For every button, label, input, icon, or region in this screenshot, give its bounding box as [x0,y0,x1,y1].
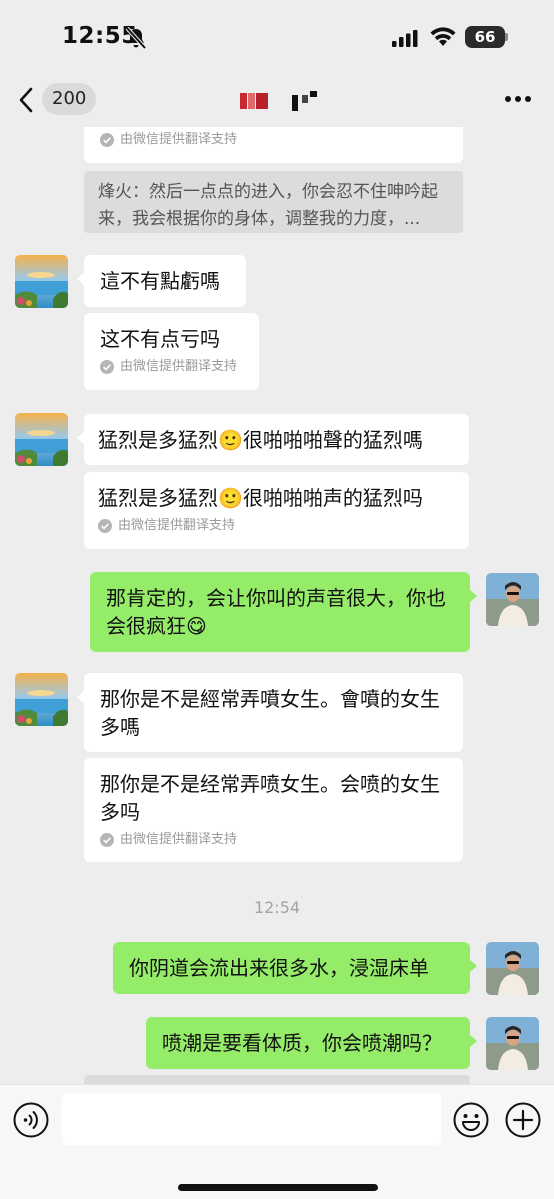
translation-note-text: 由微信提供翻译支持 [120,832,238,847]
translation-note-text: 由微信提供翻译支持 [118,518,236,533]
chat-header: 200 [0,75,554,127]
translated-text: 那你是不是经常弄喷女生。会喷的女生多吗 [100,772,440,824]
emoji-icon[interactable] [453,1102,489,1138]
user-photo-image [486,942,539,995]
message-bubble-received[interactable]: 那你是不是經常弄噴女生。會噴的女生多嗎 [77,673,463,752]
message-bubble-received[interactable]: 由微信提供翻译支持 [84,127,463,163]
message-input[interactable] [62,1093,441,1145]
check-icon [100,833,114,847]
translation-bubble[interactable]: 这不有点亏吗 由微信提供翻译支持 [84,313,259,390]
back-chevron-icon[interactable] [16,86,36,114]
home-indicator[interactable] [178,1184,378,1191]
message-text: 那你是不是經常弄噴女生。會噴的女生多嗎 [100,687,440,739]
translation-bubble[interactable]: 猛烈是多猛烈🙂很啪啪啪声的猛烈吗 由微信提供翻译支持 [84,472,469,549]
user-avatar[interactable] [486,942,539,995]
contact-avatar[interactable] [15,255,68,308]
sunset-avatar-image [15,255,68,308]
contact-avatar[interactable] [15,413,68,466]
translation-note-text: 由微信提供翻译支持 [120,359,238,374]
input-bar [0,1084,554,1199]
sunset-avatar-image [15,413,68,466]
voice-input-icon[interactable] [13,1102,49,1138]
translation-note: 由微信提供翻译支持 [100,358,243,376]
message-text: 你阴道会流出来很多水，浸湿床单 [129,956,429,980]
quoted-message-partial[interactable] [84,1075,470,1084]
battery-tip [505,33,508,41]
message-bubble-sent[interactable]: 喷潮是要看体质，你会喷潮吗？ [146,1017,477,1069]
translated-text: 这不有点亏吗 [100,327,220,351]
battery-indicator: 66 [465,26,505,48]
plus-icon[interactable] [505,1102,541,1138]
user-photo-image [486,573,539,626]
translation-note: 由微信提供翻译支持 [100,831,447,849]
message-text: 猛烈是多猛烈🙂很啪啪啪聲的猛烈嗎 [98,428,423,452]
message-bubble-sent[interactable]: 那肯定的，会让你叫的声音很大，你也会很疯狂😋 [90,572,477,652]
translation-note: 由微信提供翻译支持 [98,517,455,535]
message-timestamp: 12:54 [253,898,301,917]
message-bubble-received[interactable]: 這不有點虧嗎 [77,255,246,307]
more-options-icon[interactable] [504,95,532,103]
contact-avatar[interactable] [15,673,68,726]
translation-bubble[interactable]: 那你是不是经常弄喷女生。会喷的女生多吗 由微信提供翻译支持 [84,758,463,862]
unread-count-badge[interactable]: 200 [42,83,97,115]
message-text: 這不有點虧嗎 [100,269,220,293]
check-icon [98,519,112,533]
message-bubble-received[interactable]: 猛烈是多猛烈🙂很啪啪啪聲的猛烈嗎 [77,414,469,465]
check-icon [100,133,114,147]
translation-note: 由微信提供翻译支持 [100,131,447,149]
message-text: 喷潮是要看体质，你会喷潮吗？ [162,1031,442,1055]
wifi-icon [430,27,456,46]
translated-text: 猛烈是多猛烈🙂很啪啪啪声的猛烈吗 [98,486,423,510]
user-avatar[interactable] [486,1017,539,1070]
sunset-avatar-image [15,673,68,726]
chat-history[interactable]: 由微信提供翻译支持 烽火：然后一点点的进入，你会忍不住呻吟起来，我会根据你的身体… [0,127,554,1084]
cellular-signal-icon [392,30,418,47]
bell-muted-icon [125,27,147,49]
quoted-message-text: 烽火：然后一点点的进入，你会忍不住呻吟起来，我会根据你的身体，调整我的力度，..… [98,182,438,229]
message-bubble-sent[interactable]: 你阴道会流出来很多水，浸湿床单 [113,942,477,994]
status-bar: 12:55 66 [0,0,554,75]
quoted-message[interactable]: 烽火：然后一点点的进入，你会忍不住呻吟起来，我会根据你的身体，调整我的力度，..… [84,171,463,233]
translation-note-text: 由微信提供翻译支持 [120,132,238,147]
user-avatar[interactable] [486,573,539,626]
check-icon [100,360,114,374]
user-photo-image [486,1017,539,1070]
message-text: 那肯定的，会让你叫的声音很大，你也会很疯狂😋 [106,586,446,638]
contact-name-redacted[interactable] [240,91,320,111]
